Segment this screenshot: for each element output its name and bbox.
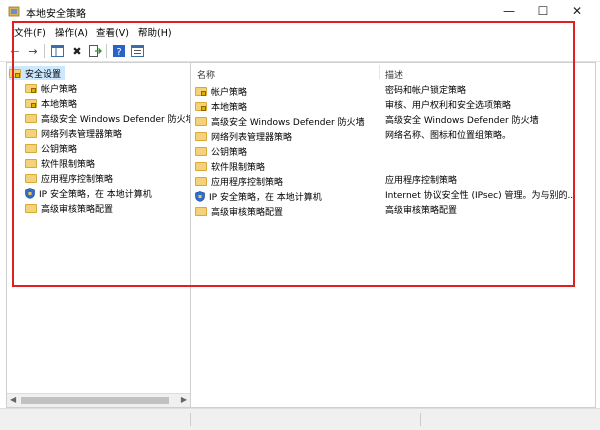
tree-item-label: 网络列表管理器策略 — [41, 129, 123, 140]
list-item-description: 高级审核策略配置 — [385, 206, 458, 216]
forward-arrow-icon[interactable]: → — [26, 44, 40, 58]
status-bar — [0, 408, 600, 430]
list-item-description: 网络名称、图标和位置组策略。 — [385, 131, 512, 141]
tree-pane[interactable]: 安全设置 帐户策略 本地策略 高级安全 Windows Defender 防火墙… — [6, 62, 191, 408]
maximize-button[interactable]: ☐ — [526, 0, 560, 22]
list-item[interactable]: 本地策略 审核、用户权利和安全选项策略 — [195, 99, 593, 113]
list-pane[interactable]: 名称 描述 帐户策略 密码和帐户锁定策略 本地策略 审核、用户权利和安全选项策略… — [190, 62, 596, 408]
list-item-description: 高级安全 Windows Defender 防火墙 — [385, 116, 539, 126]
list-item-description: 审核、用户权利和安全选项策略 — [385, 101, 512, 111]
folder-icon — [195, 131, 207, 141]
security-policy-icon — [8, 6, 20, 17]
folder-icon — [195, 86, 207, 96]
ip-security-shield-icon — [195, 190, 205, 202]
window-title: 本地安全策略 — [26, 9, 86, 20]
menu-help[interactable]: 帮助(H) — [138, 25, 172, 39]
folder-icon — [195, 101, 207, 111]
scroll-left-icon[interactable]: ◀ — [10, 395, 16, 404]
tree-root-security-settings[interactable]: 安全设置 — [9, 66, 66, 80]
list-item-description: 应用程序控制策略 — [385, 176, 458, 186]
scrollbar-thumb[interactable] — [21, 397, 169, 404]
delete-icon[interactable]: ✖ — [70, 44, 84, 58]
tree-item-label: 软件限制策略 — [41, 159, 96, 170]
toolbar-separator — [106, 44, 107, 58]
list-item-name: 公钥策略 — [211, 147, 248, 158]
tree-item-label: 帐户策略 — [41, 84, 78, 95]
tree-item-label: 公钥策略 — [41, 144, 78, 155]
folder-icon — [25, 158, 37, 168]
list-item-name: 软件限制策略 — [211, 162, 266, 173]
tree-item-public-key[interactable]: 公钥策略 — [25, 141, 77, 155]
tree-item-local-policy[interactable]: 本地策略 — [25, 96, 77, 110]
list-item-name: 网络列表管理器策略 — [211, 132, 293, 143]
list-item[interactable]: 应用程序控制策略 应用程序控制策略 — [195, 174, 593, 188]
tree-item-network-list[interactable]: 网络列表管理器策略 — [25, 126, 122, 140]
svg-text:?: ? — [116, 47, 121, 57]
list-item-name: 高级审核策略配置 — [211, 207, 284, 218]
export-list-icon[interactable] — [88, 44, 102, 58]
list-item[interactable]: 帐户策略 密码和帐户锁定策略 — [195, 84, 593, 98]
tree-item-account-policy[interactable]: 帐户策略 — [25, 81, 77, 95]
list-item-description: 密码和帐户锁定策略 — [385, 86, 467, 96]
folder-icon — [25, 173, 37, 183]
horizontal-scrollbar[interactable]: ◀ ▶ — [7, 393, 190, 407]
toolbar: ← → ✖ ? — [0, 41, 600, 62]
list-item[interactable]: 高级安全 Windows Defender 防火墙 高级安全 Windows D… — [195, 114, 593, 128]
security-folder-icon — [9, 68, 21, 78]
menu-action[interactable]: 操作(A) — [55, 25, 88, 39]
list-item[interactable]: 软件限制策略 — [195, 159, 593, 173]
tree-item-label: 应用程序控制策略 — [41, 174, 114, 185]
ip-security-shield-icon — [25, 187, 35, 199]
status-divider — [420, 413, 421, 426]
list-item[interactable]: 网络列表管理器策略 网络名称、图标和位置组策略。 — [195, 129, 593, 143]
folder-icon — [195, 206, 207, 216]
list-item-name: 应用程序控制策略 — [211, 177, 284, 188]
tree-item-app-control[interactable]: 应用程序控制策略 — [25, 171, 113, 185]
menu-bar: 文件(F) 操作(A) 查看(V) 帮助(H) — [0, 23, 600, 40]
list-item-name: 本地策略 — [211, 102, 248, 113]
list-item-description: Internet 协议安全性 (IPsec) 管理。为与别的... — [385, 191, 577, 201]
tree-item-advanced-audit[interactable]: 高级审核策略配置 — [25, 201, 113, 215]
help-icon[interactable]: ? — [112, 44, 126, 58]
folder-icon — [195, 176, 207, 186]
column-header-name[interactable]: 名称 — [197, 68, 215, 81]
menu-file[interactable]: 文件(F) — [14, 25, 46, 39]
menu-view[interactable]: 查看(V) — [96, 25, 129, 39]
properties-icon[interactable] — [130, 44, 144, 58]
folder-icon — [25, 98, 37, 108]
column-header-description[interactable]: 描述 — [385, 68, 403, 81]
column-divider[interactable] — [379, 65, 380, 79]
folder-icon — [25, 83, 37, 93]
scroll-right-icon[interactable]: ▶ — [181, 395, 187, 404]
folder-icon — [25, 203, 37, 213]
folder-icon — [195, 146, 207, 156]
list-item-name: 高级安全 Windows Defender 防火墙 — [211, 117, 365, 128]
list-item-name: IP 安全策略，在 本地计算机 — [209, 192, 322, 203]
folder-icon — [25, 113, 37, 123]
folder-icon — [195, 161, 207, 171]
minimize-button[interactable]: — — [492, 0, 526, 22]
close-button[interactable]: ✕ — [560, 0, 594, 22]
list-item[interactable]: 公钥策略 — [195, 144, 593, 158]
tree-item-ip-security[interactable]: IP 安全策略，在 本地计算机 — [25, 186, 152, 200]
list-item[interactable]: IP 安全策略，在 本地计算机 Internet 协议安全性 (IPsec) 管… — [195, 189, 593, 203]
back-arrow-icon[interactable]: ← — [8, 44, 22, 58]
tree-item-label: 高级安全 Windows Defender 防火墙 — [41, 114, 191, 125]
toolbar-separator — [44, 44, 45, 58]
list-item[interactable]: 高级审核策略配置 高级审核策略配置 — [195, 204, 593, 218]
show-hide-tree-icon[interactable] — [50, 44, 64, 58]
tree-item-software-restriction[interactable]: 软件限制策略 — [25, 156, 95, 170]
tree-item-label: 本地策略 — [41, 99, 78, 110]
title-bar: 本地安全策略 — ☐ ✕ — [0, 0, 600, 22]
folder-icon — [25, 143, 37, 153]
folder-icon — [25, 128, 37, 138]
tree-item-label: IP 安全策略，在 本地计算机 — [39, 189, 152, 200]
folder-icon — [195, 116, 207, 126]
tree-root-label: 安全设置 — [25, 69, 62, 80]
status-divider — [190, 413, 191, 426]
list-item-name: 帐户策略 — [211, 87, 248, 98]
tree-item-firewall[interactable]: 高级安全 Windows Defender 防火墙 — [25, 111, 191, 125]
tree-item-label: 高级审核策略配置 — [41, 204, 114, 215]
